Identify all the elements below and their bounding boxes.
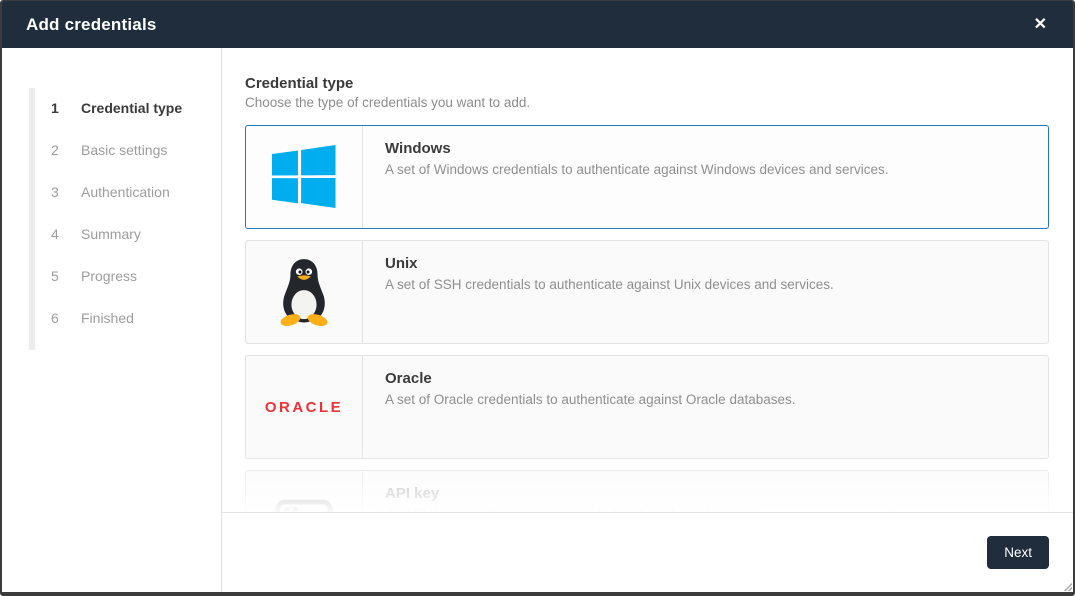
add-credentials-dialog: Add credentials ✕ 1 Credential type 2 Ba…: [0, 0, 1075, 596]
step-label: Credential type: [81, 100, 182, 116]
card-description: A set of Windows credentials to authenti…: [385, 162, 889, 177]
main-content: Credential type Choose the type of crede…: [222, 48, 1073, 592]
step-number: 6: [51, 310, 81, 326]
card-text: API key An API Key to authenticate again…: [363, 471, 779, 512]
step-label: Summary: [81, 226, 141, 242]
dialog-title: Add credentials: [26, 15, 157, 35]
step-number: 2: [51, 142, 81, 158]
step-label: Finished: [81, 310, 134, 326]
resize-grip[interactable]: [1062, 581, 1072, 591]
credential-card-api-key[interactable]: API key An API Key to authenticate again…: [245, 470, 1049, 512]
close-icon[interactable]: ✕: [1032, 13, 1049, 37]
step-number: 1: [51, 100, 81, 116]
card-title: API key: [385, 485, 757, 502]
dialog-footer: Next: [222, 512, 1073, 592]
step-label: Basic settings: [81, 142, 167, 158]
dialog-titlebar: Add credentials ✕: [2, 1, 1073, 48]
credential-card-oracle[interactable]: ORACLE Oracle A set of Oracle credential…: [245, 355, 1049, 459]
credential-type-list: Credential type Choose the type of crede…: [222, 48, 1073, 512]
step-label: Progress: [81, 268, 137, 284]
card-title: Windows: [385, 140, 889, 157]
oracle-logo-text: ORACLE: [265, 399, 343, 416]
credential-card-windows[interactable]: Windows A set of Windows credentials to …: [245, 125, 1049, 229]
api-window-icon: [246, 471, 363, 512]
step-number: 4: [51, 226, 81, 242]
wizard-progress-rail: [29, 88, 35, 350]
card-description: A set of Oracle credentials to authentic…: [385, 392, 796, 407]
next-button[interactable]: Next: [987, 536, 1049, 569]
wizard-steps-sidebar: 1 Credential type 2 Basic settings 3 Aut…: [2, 48, 222, 592]
credential-card-unix[interactable]: Unix A set of SSH credentials to authent…: [245, 240, 1049, 344]
page-title: Credential type: [245, 75, 1049, 92]
page-subtitle: Choose the type of credentials you want …: [245, 95, 1049, 110]
card-text: Oracle A set of Oracle credentials to au…: [363, 356, 818, 458]
card-description: An API Key to authenticate against 3rd p…: [385, 507, 757, 512]
card-description: A set of SSH credentials to authenticate…: [385, 277, 834, 292]
step-number: 5: [51, 268, 81, 284]
dialog-body: 1 Credential type 2 Basic settings 3 Aut…: [2, 48, 1073, 592]
card-title: Unix: [385, 255, 834, 272]
card-text: Windows A set of Windows credentials to …: [363, 126, 911, 228]
oracle-wordmark-icon: ORACLE: [246, 356, 363, 458]
windows-logo-icon: [246, 126, 363, 228]
card-text: Unix A set of SSH credentials to authent…: [363, 241, 856, 343]
linux-tux-icon: [246, 241, 363, 343]
step-number: 3: [51, 184, 81, 200]
step-label: Authentication: [81, 184, 170, 200]
card-title: Oracle: [385, 370, 796, 387]
